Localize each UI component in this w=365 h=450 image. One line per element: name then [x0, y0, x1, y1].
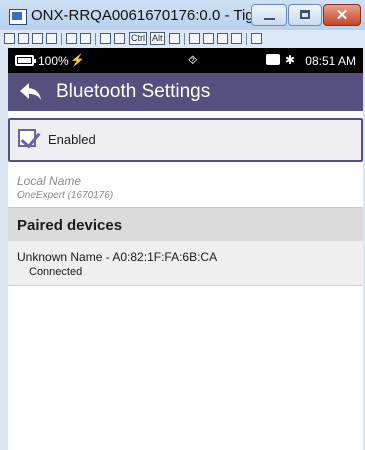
battery-percent: 100% [38, 54, 69, 68]
toolbar-divider [184, 33, 185, 45]
new-connection-icon[interactable] [4, 33, 15, 44]
zoom-out-icon[interactable] [203, 33, 214, 44]
enabled-label: Enabled [48, 132, 96, 147]
toolbar-divider [95, 33, 96, 45]
battery-level-fill [18, 58, 31, 63]
bluetooth-enabled-toggle[interactable]: Enabled [8, 118, 363, 162]
device-screen: 100% ⚡ ⯑ ✱ 08:51 AM Bluetooth Settings E… [8, 48, 363, 450]
window-title: ONX-RRQA0061670176:0.0 - Tight... [31, 7, 271, 24]
page-title: Bluetooth Settings [56, 81, 211, 102]
battery-icon [15, 55, 36, 66]
window-titlebar: ONX-RRQA0061670176:0.0 - Tight... ✕ [0, 0, 365, 30]
save-session-icon[interactable] [18, 33, 29, 44]
paired-devices-title: Paired devices [17, 217, 123, 234]
enabled-checkbox[interactable] [18, 127, 41, 149]
android-status-bar: 100% ⚡ ⯑ ✱ 08:51 AM [8, 48, 363, 73]
device-status: Connected [29, 266, 83, 278]
paired-device-item[interactable]: Unknown Name - A0:82:1F:FA:6B:CA Connect… [8, 241, 363, 286]
back-arrow-icon[interactable] [18, 81, 42, 103]
device-name: Unknown Name - A0:82:1F:FA:6B:CA [17, 250, 218, 264]
action-bar: Bluetooth Settings [8, 73, 363, 111]
zoom-100-icon[interactable] [217, 33, 228, 44]
local-name-label[interactable]: Local Name [17, 174, 81, 188]
status-clock: 08:51 AM [305, 54, 356, 68]
zoom-in-icon[interactable] [189, 33, 200, 44]
work-profile-icon [266, 54, 280, 65]
clipboard-icon[interactable] [169, 33, 180, 44]
usb-debug-icon: ⯑ [188, 53, 198, 67]
ctrl-key-button[interactable]: Ctrl [129, 32, 147, 45]
ctrl-alt-del-icon[interactable] [100, 33, 111, 44]
checkmark-icon [20, 127, 41, 149]
connection-info-icon[interactable] [46, 33, 57, 44]
zoom-fit-icon[interactable] [231, 33, 242, 44]
options-icon[interactable] [32, 33, 43, 44]
paired-devices-header: Paired devices [8, 208, 363, 241]
refresh-icon[interactable] [80, 33, 91, 44]
toolbar-divider [61, 33, 62, 45]
pause-icon[interactable] [66, 33, 77, 44]
alt-key-button[interactable]: Alt [150, 32, 165, 45]
close-button[interactable]: ✕ [323, 4, 361, 26]
maximize-button[interactable] [288, 4, 322, 26]
fullscreen-icon[interactable] [251, 33, 262, 44]
vnc-app-icon[interactable] [9, 9, 27, 25]
local-name-value: OneExpert (1670176) [17, 190, 114, 201]
toolbar-divider [246, 33, 247, 45]
minimize-button[interactable] [251, 4, 287, 26]
windows-key-icon[interactable] [114, 33, 125, 44]
close-icon: ✕ [335, 7, 349, 24]
viewer-toolbar: Ctrl Alt [0, 30, 365, 48]
bluetooth-icon: ✱ [285, 53, 296, 67]
charging-icon: ⚡ [70, 53, 85, 67]
